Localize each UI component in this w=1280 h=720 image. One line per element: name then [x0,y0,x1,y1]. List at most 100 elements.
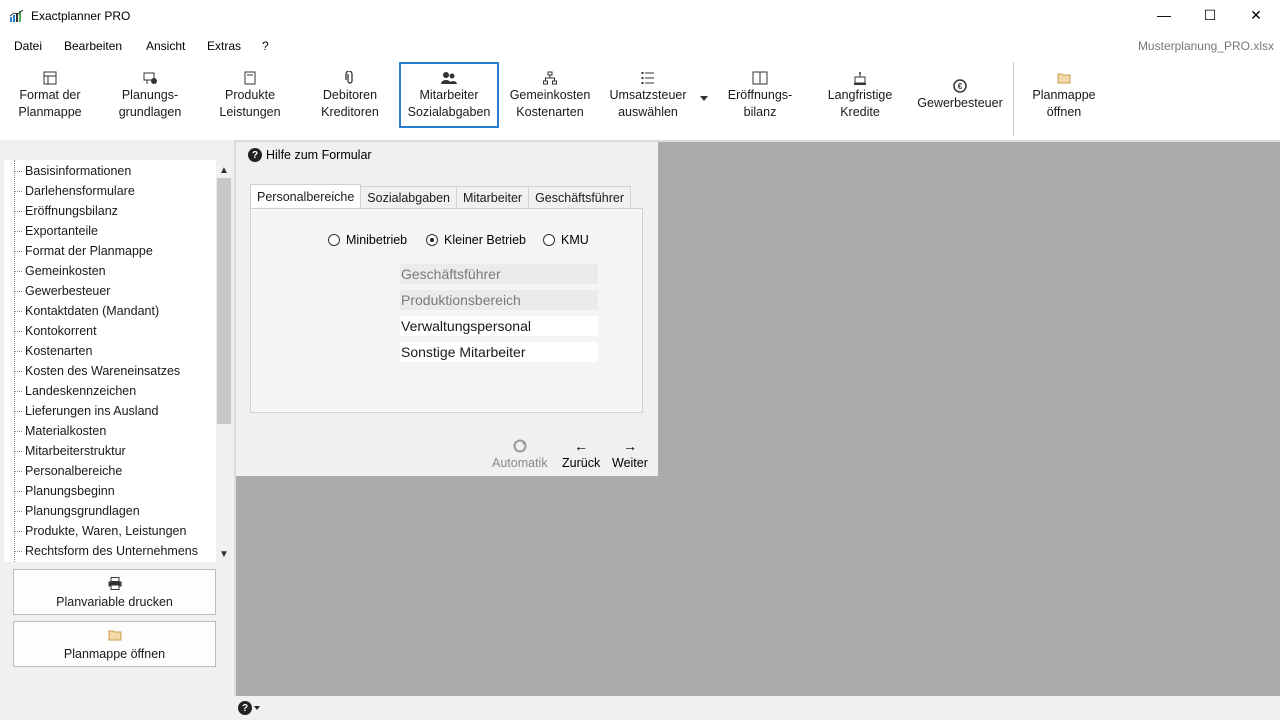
title-bar: Exactplanner PRO — ☐ ✕ [0,0,1280,32]
radio-button-checked [426,234,438,246]
scroll-up-arrow-icon[interactable]: ▲ [216,162,232,178]
ribbon-label-1: Gewerbesteuer [917,96,1003,110]
tree-connector [14,231,22,232]
ribbon-label-1: Format der [19,87,81,102]
users-icon [441,70,457,86]
spreadsheet-icon [43,70,57,86]
tree-item[interactable]: Kostenarten [25,344,92,358]
umsatzsteuer-dropdown-arrow-icon[interactable] [700,96,708,101]
tree-item[interactable]: Kosten des Wareneinsatzes [25,364,180,378]
tree-item[interactable]: Basisinformationen [25,164,131,178]
ribbon-label-2: Planmappe [18,104,82,119]
tree-connector [14,551,22,552]
print-planvariable-button[interactable]: Planvariable drucken [13,569,216,615]
field-sonstige-mitarbeiter[interactable]: Sonstige Mitarbeiter [400,342,598,362]
tree-connector [14,331,22,332]
open-button-label: Planmappe öffnen [63,647,166,661]
tree-item[interactable]: Planungsbeginn [25,484,115,498]
ribbon-label-1: Planungs- [121,87,179,102]
menu-extras[interactable]: Extras [207,39,241,53]
book-icon [752,70,768,86]
tree-item[interactable]: Kontaktdaten (Mandant) [25,304,159,318]
tree-connector [14,451,22,452]
field-geschaeftsfuehrer: Geschäftsführer [400,264,598,284]
tree-item[interactable]: Lieferungen ins Ausland [25,404,158,418]
tax-icon: € [953,78,967,94]
radio-kleiner-betrieb[interactable]: Kleiner Betrieb [426,233,526,247]
form-help-label: Hilfe zum Formular [266,148,372,162]
ribbon-format-planmappe[interactable]: Format der Planmappe [8,62,92,128]
ribbon-eroeffnungsbilanz[interactable]: Eröffnungs- bilanz [718,62,802,128]
ribbon-label-2: Kreditoren [321,104,379,119]
tab-personalbereiche[interactable]: Personalbereiche [250,184,362,208]
automatik-label: Automatik [492,456,548,470]
tree-item[interactable]: Mitarbeiterstruktur [25,444,126,458]
ribbon-planmappe-oeffnen[interactable]: Planmappe öffnen [1022,62,1106,128]
menu-help[interactable]: ? [262,39,269,53]
ribbon-umsatzsteuer[interactable]: Umsatzsteuer auswählen [603,62,693,128]
scroll-down-arrow-icon[interactable]: ▼ [216,546,232,562]
form-tabs: Personalbereiche Sozialabgaben Mitarbeit… [250,184,631,210]
maximize-button[interactable]: ☐ [1187,0,1233,30]
tree-item[interactable]: Planungsgrundlagen [25,504,140,518]
ribbon-gewerbesteuer[interactable]: € Gewerbesteuer [912,62,1008,128]
tree-connector [14,491,22,492]
ribbon-langfristige-kredite[interactable]: Langfristige Kredite [818,62,902,128]
tree-item[interactable]: Landeskennzeichen [25,384,136,398]
tree-connector [14,171,22,172]
tree-item[interactable]: Darlehensformulare [25,184,135,198]
close-button[interactable]: ✕ [1233,0,1279,30]
tree-scrollbar[interactable]: ▲ ▼ [216,160,232,562]
tree-item[interactable]: Exportanteile [25,224,98,238]
tree-item[interactable]: Produkte, Waren, Leistungen [25,524,186,538]
ribbon-planungsgrundlagen[interactable]: Planungs- grundlagen [108,62,192,128]
ribbon-mitarbeiter-sozialabgaben[interactable]: Mitarbeiter Sozialabgaben [399,62,499,128]
scrollbar-thumb[interactable] [217,178,231,424]
field-verwaltungspersonal[interactable]: Verwaltungspersonal [400,316,598,336]
ribbon-label-1: Planmappe [1032,87,1096,102]
ribbon-label-1: Debitoren [322,87,378,102]
menu-ansicht[interactable]: Ansicht [146,39,185,53]
form-panel: ? Hilfe zum Formular Personalbereiche So… [236,142,658,476]
tree-connector [14,371,22,372]
menu-bearbeiten[interactable]: Bearbeiten [64,39,122,53]
ribbon-produkte-leistungen[interactable]: Produkte Leistungen [208,62,292,128]
minimize-button[interactable]: — [1141,0,1187,30]
printer-icon [108,575,122,591]
radio-kmu[interactable]: KMU [543,233,589,247]
next-label: Weiter [612,456,648,470]
tree-item[interactable]: Kontokorrent [25,324,97,338]
back-button[interactable]: ← Zurück [562,438,600,470]
topic-tree[interactable]: Basisinformationen Darlehensformulare Er… [4,160,216,562]
app-logo-icon [9,9,24,22]
ribbon-label-1: Umsatzsteuer [609,87,687,102]
tree-item[interactable]: Gewerbesteuer [25,284,110,298]
status-help-dropdown[interactable]: ? [238,701,260,715]
folder-icon [1057,70,1071,86]
tab-mitarbeiter[interactable]: Mitarbeiter [456,186,530,208]
ribbon-debitoren-kreditoren[interactable]: Debitoren Kreditoren [308,62,392,128]
ribbon-label-2: grundlagen [118,104,182,119]
paperclip-icon [345,70,355,86]
ribbon-label-1: Mitarbeiter [419,87,479,102]
tree-item[interactable]: Materialkosten [25,424,106,438]
close-icon: ✕ [1250,6,1262,23]
refresh-icon [513,438,527,454]
tree-item[interactable]: Rechtsform des Unternehmens [25,544,198,558]
ribbon-label-1: Langfristige [827,87,893,102]
tree-connector [14,511,22,512]
tab-geschaeftsfuehrer[interactable]: Geschäftsführer [528,186,631,208]
open-filename: Musterplanung_PRO.xlsx [1137,39,1274,53]
ribbon-gemeinkosten-kostenarten[interactable]: Gemeinkosten Kostenarten [505,62,595,128]
next-button[interactable]: → Weiter [612,438,648,470]
menu-datei[interactable]: Datei [14,39,42,53]
radio-minibetrieb[interactable]: Minibetrieb [328,233,407,247]
tree-item[interactable]: Personalbereiche [25,464,122,478]
tab-sozialabgaben[interactable]: Sozialabgaben [360,186,458,208]
form-help-link[interactable]: ? Hilfe zum Formular [248,148,372,162]
open-planmappe-button[interactable]: Planmappe öffnen [13,621,216,667]
tree-item[interactable]: Format der Planmappe [25,244,153,258]
tree-item[interactable]: Gemeinkosten [25,264,106,278]
arrow-left-icon: ← [574,438,589,454]
tree-item[interactable]: Eröffnungsbilanz [25,204,118,218]
